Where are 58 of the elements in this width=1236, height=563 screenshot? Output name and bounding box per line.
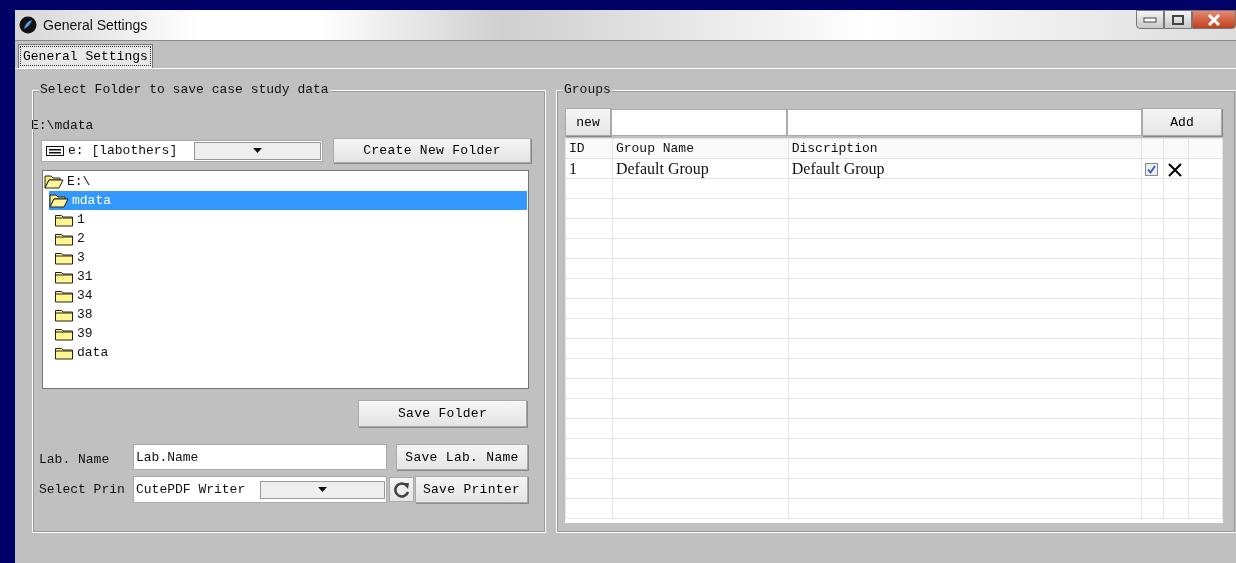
tree-item[interactable]: data: [54, 343, 527, 362]
close-icon: [1207, 13, 1221, 26]
table-cell: Default Group: [612, 158, 789, 179]
folder-path: E:\mdata: [31, 118, 95, 135]
lab-name-field[interactable]: Lab.Name: [133, 444, 387, 470]
group-title: Groups: [563, 82, 612, 97]
column-header: Group Name: [612, 138, 789, 159]
checkbox[interactable]: [1145, 163, 1159, 177]
refresh-button[interactable]: [389, 477, 414, 502]
folder-icon: [54, 345, 74, 360]
field-label: Select Prin: [39, 482, 126, 497]
tree-item[interactable]: 3: [54, 248, 527, 267]
drive-icon: [46, 145, 64, 156]
tree-item[interactable]: 38: [54, 305, 527, 324]
tab[interactable]: General Settings: [18, 44, 153, 68]
check-icon: [1147, 165, 1157, 175]
tree-item[interactable]: 31: [54, 267, 527, 286]
description-input[interactable]: [787, 109, 1142, 136]
save-lab-name-button[interactable]: Save Lab. Name: [396, 444, 528, 470]
field-label: Lab. Name: [39, 451, 111, 467]
folder-icon: [54, 231, 74, 246]
create-folder-button[interactable]: Create New Folder: [333, 138, 531, 163]
folder-icon: [54, 326, 74, 341]
dropdown-arrow-icon: [317, 487, 327, 492]
folder-icon: [54, 269, 74, 284]
new-button[interactable]: new: [565, 108, 611, 136]
table-cell: 1: [565, 158, 613, 179]
maximize-button[interactable]: [1164, 10, 1192, 29]
refresh-icon: [392, 480, 411, 499]
add-button[interactable]: Add: [1142, 108, 1222, 136]
printer-dropdown[interactable]: CutePDF Writer: [133, 476, 387, 503]
drive-dropdown[interactable]: e: [labothers]: [41, 139, 323, 162]
folder-icon: [54, 307, 74, 322]
window-title: General Settings: [43, 17, 148, 33]
delete-icon[interactable]: [1167, 161, 1184, 178]
group-title: Select Folder to save case study data: [39, 82, 330, 97]
minimize-button[interactable]: [1136, 10, 1164, 29]
folder-icon: [54, 212, 74, 227]
dropdown-arrow-icon: [252, 148, 262, 153]
column-header: Discription: [788, 138, 1142, 159]
folder-icon: [54, 250, 74, 265]
maximize-icon: [1172, 14, 1184, 25]
save-folder-button[interactable]: Save Folder: [358, 400, 527, 427]
tree-item[interactable]: E:\: [44, 172, 527, 191]
table-cell: Default Group: [788, 158, 1142, 179]
close-button[interactable]: [1192, 10, 1236, 29]
minimize-icon: [1143, 16, 1157, 23]
column-header: ID: [565, 138, 613, 159]
group-name-input[interactable]: [611, 109, 787, 136]
tree-item[interactable]: 34: [54, 286, 527, 305]
folder-icon: [54, 288, 74, 303]
app-logo-icon: [19, 16, 37, 34]
save-printer-button[interactable]: Save Printer: [415, 476, 528, 503]
open-folder-icon: [49, 193, 69, 208]
tree-item[interactable]: 2: [54, 229, 527, 248]
tree-item[interactable]: 1: [54, 210, 527, 229]
open-folder-icon: [44, 174, 64, 189]
tree-item[interactable]: 39: [54, 324, 527, 343]
